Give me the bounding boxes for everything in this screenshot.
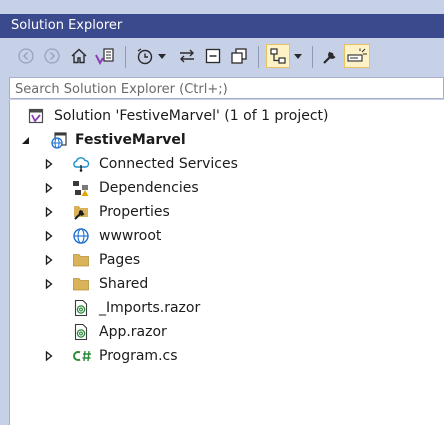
tree-item-label: Shared	[99, 276, 149, 292]
globe-icon	[72, 227, 90, 245]
title-bar: Solution Explorer	[0, 14, 444, 38]
properties-icon[interactable]	[318, 44, 342, 68]
dropdown-icon[interactable]	[155, 44, 169, 68]
tree-item-label: _Imports.razor	[99, 300, 201, 316]
tree-row-program-cs[interactable]: Program.cs	[10, 345, 444, 367]
tree-item-label: Dependencies	[99, 180, 199, 196]
solution-icon	[27, 107, 45, 125]
folder-icon	[72, 275, 90, 293]
collapsed-arrow-icon[interactable]	[44, 231, 54, 241]
expanded-arrow-icon[interactable]	[20, 135, 30, 145]
toolbar-separator	[125, 46, 126, 68]
toggle-icon[interactable]	[344, 44, 370, 68]
tree-row-properties[interactable]: Properties	[10, 201, 444, 223]
dropdown-icon[interactable]	[291, 44, 305, 68]
tree-row-shared[interactable]: Shared	[10, 273, 444, 295]
search-input[interactable]	[10, 79, 443, 100]
collapsed-arrow-icon[interactable]	[44, 183, 54, 193]
project-icon	[50, 131, 68, 149]
show-all-files-icon[interactable]	[227, 44, 251, 68]
pending-changes-filter-icon[interactable]	[133, 44, 157, 68]
solution-tree: Solution 'FestiveMarvel' (1 of 1 project…	[9, 100, 444, 425]
csharp-file-icon	[72, 347, 94, 365]
preview-selected-items-icon[interactable]	[266, 44, 290, 68]
tree-row-solution[interactable]: Solution 'FestiveMarvel' (1 of 1 project…	[10, 105, 444, 127]
tree-item-label: Properties	[99, 204, 170, 220]
tree-item-label: Program.cs	[99, 348, 178, 364]
solution-explorer-window: Solution Explorer Search Solution Explor…	[0, 0, 444, 425]
collapse-all-icon[interactable]	[201, 44, 225, 68]
tree-row-dependencies[interactable]: Dependencies	[10, 177, 444, 199]
forward-icon[interactable]	[40, 44, 64, 68]
tree-item-label: wwwroot	[99, 228, 162, 244]
back-icon[interactable]	[14, 44, 38, 68]
toolbar-separator	[258, 46, 259, 68]
razor-file-icon	[72, 299, 90, 317]
tree-row-wwwroot[interactable]: wwwroot	[10, 225, 444, 247]
top-strip	[0, 0, 444, 14]
tree-item-label: Connected Services	[99, 156, 238, 172]
switch-views-icon[interactable]	[93, 44, 117, 68]
collapsed-arrow-icon[interactable]	[44, 255, 54, 265]
sync-with-active-document-icon[interactable]	[175, 44, 199, 68]
dependencies-icon	[72, 179, 90, 197]
collapsed-arrow-icon[interactable]	[44, 207, 54, 217]
tree-row-imports-razor[interactable]: _Imports.razor	[10, 297, 444, 319]
tree-row-app-razor[interactable]: App.razor	[10, 321, 444, 343]
tree-row-pages[interactable]: Pages	[10, 249, 444, 271]
collapsed-arrow-icon[interactable]	[44, 279, 54, 289]
tree-row-project[interactable]: FestiveMarvel	[10, 129, 444, 151]
folder-icon	[72, 251, 90, 269]
search-box[interactable]	[9, 77, 444, 100]
tree-row-connected-services[interactable]: Connected Services	[10, 153, 444, 175]
solution-label: Solution 'FestiveMarvel' (1 of 1 project…	[54, 108, 329, 124]
razor-file-icon	[72, 323, 90, 341]
tree-item-label: Pages	[99, 252, 141, 268]
home-icon[interactable]	[67, 44, 91, 68]
project-label: FestiveMarvel	[75, 132, 186, 148]
toolbar	[0, 38, 444, 76]
connected-services-icon	[72, 155, 90, 173]
tree-item-label: App.razor	[99, 324, 167, 340]
panel-title: Solution Explorer	[11, 18, 123, 33]
collapsed-arrow-icon[interactable]	[44, 159, 54, 169]
collapsed-arrow-icon[interactable]	[44, 351, 54, 361]
toolbar-separator	[312, 46, 313, 68]
properties-folder-icon	[72, 203, 90, 221]
